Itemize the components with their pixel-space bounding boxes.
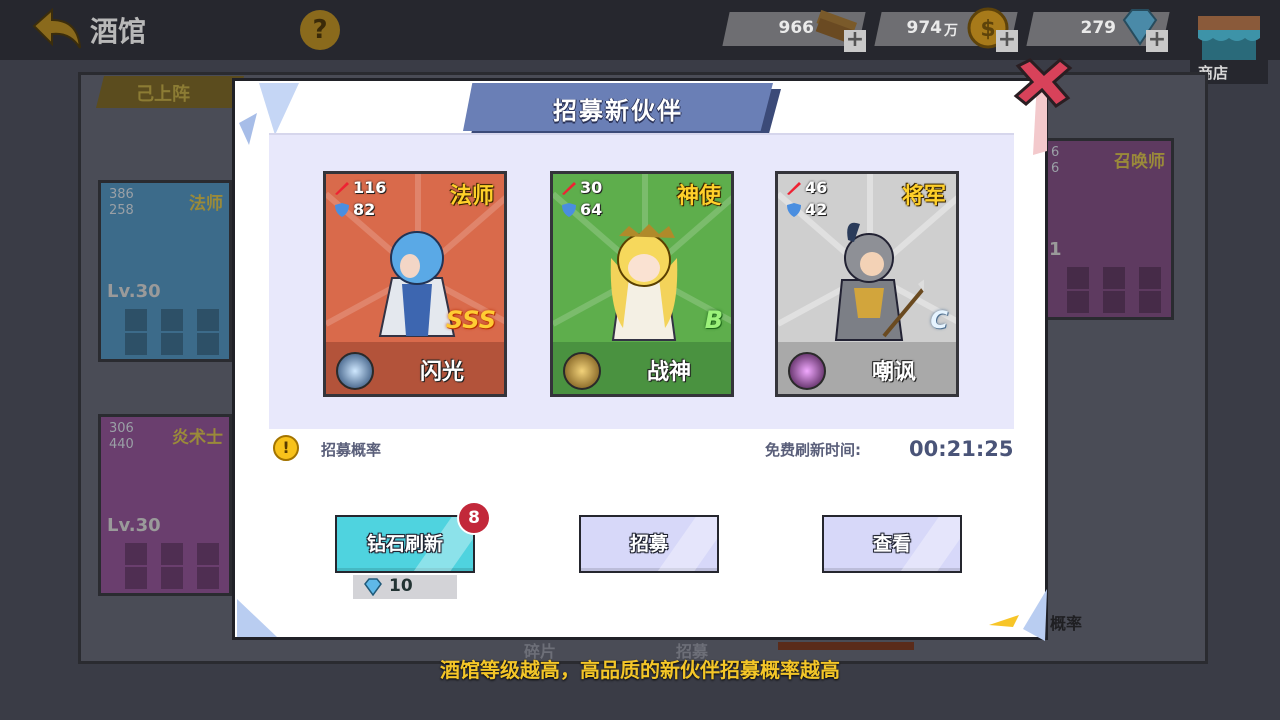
trident-skill-icon: [563, 352, 601, 390]
resource-gold-value: 974: [906, 18, 943, 38]
defense-stat: 42: [786, 200, 827, 219]
help-icon[interactable]: ?: [300, 10, 340, 50]
hero-class: 神使: [676, 184, 721, 209]
recruit-dialog: 招募新伙伴 116 82 法师 SSS 闪光 30 64 神使 B 战神 46 …: [232, 78, 1048, 641]
corner-shard-decoration: [237, 599, 277, 637]
recruit-button[interactable]: 招募: [579, 515, 719, 573]
diamond-icon: [364, 578, 382, 596]
priestess-character-portrait: [610, 224, 678, 341]
dialog-title: 招募新伙伴: [553, 97, 683, 125]
bg-hero-card-1: 386 258 法师 Lv.30: [98, 180, 232, 362]
back-arrow-icon[interactable]: [30, 8, 84, 52]
diamond-refresh-label: 钻石刷新: [366, 533, 443, 555]
diamond-refresh-button[interactable]: 钻石刷新: [335, 515, 475, 573]
corner-shard-decoration: [989, 589, 1047, 641]
taunt-skill-icon: [788, 352, 826, 390]
attack-stat: 116: [334, 178, 386, 197]
tip-caption: 酒馆等级越高，高品质的新伙伴招募概率越高: [440, 658, 840, 682]
free-refresh-label: 免费刷新时间:: [765, 441, 861, 459]
recruit-rate-link[interactable]: 招募概率: [321, 439, 381, 460]
attack-stat: 46: [786, 178, 827, 197]
view-button[interactable]: 查看: [822, 515, 962, 573]
view-label: 查看: [872, 533, 911, 555]
resource-wood-value: 966: [778, 18, 815, 38]
skill-name: 嘲讽: [871, 360, 916, 385]
hero-card-envoy[interactable]: 30 64 神使 B 战神: [550, 171, 734, 397]
bg-rate-text: 概率: [1050, 614, 1083, 633]
defense-stat: 82: [334, 200, 375, 219]
attack-stat: 30: [561, 178, 602, 197]
bg-hero-card-3: 6 6 召唤师 1: [1040, 138, 1174, 320]
tab-deployed-label: 己上阵: [136, 84, 190, 105]
bg-progress-bar: [778, 642, 914, 650]
resource-diamond-value: 279: [1080, 18, 1117, 38]
resource-gold-unit: 万: [944, 23, 958, 39]
recruit-label: 招募: [629, 533, 668, 555]
skill-name: 战神: [646, 360, 691, 385]
hero-class: 法师: [449, 184, 494, 209]
add-diamond-button[interactable]: +: [1146, 29, 1168, 52]
shield-icon: [787, 203, 801, 217]
sword-icon: [562, 182, 576, 195]
defense-stat: 64: [561, 200, 602, 219]
hero-class: 将军: [901, 184, 946, 209]
add-gold-button[interactable]: +: [996, 29, 1018, 52]
skill-name: 闪光: [419, 360, 464, 385]
lightning-skill-icon: [336, 352, 374, 390]
shield-icon: [562, 203, 576, 217]
sword-icon: [335, 182, 349, 195]
refresh-count-badge: 8: [457, 501, 491, 535]
free-refresh-timer: 00:21:25: [909, 437, 1014, 461]
page-title: 酒馆: [90, 15, 147, 48]
grade-badge: B: [704, 306, 723, 334]
shop-stall-icon: [1198, 16, 1260, 60]
general-character-portrait: [834, 222, 924, 341]
bg-hero-card-2: 306 440 炎术士 Lv.30: [98, 414, 232, 596]
hero-card-general[interactable]: 46 42 将军 C 嘲讽: [775, 171, 959, 397]
grade-badge: SSS: [445, 306, 496, 334]
sword-icon: [787, 182, 801, 195]
hero-card-mage[interactable]: 116 82 法师 SSS 闪光: [323, 171, 507, 397]
grade-badge: C: [930, 306, 948, 334]
info-icon[interactable]: !: [273, 435, 299, 461]
close-icon[interactable]: [1012, 58, 1074, 108]
shield-icon: [335, 203, 349, 217]
refresh-cost-value: 10: [389, 576, 413, 596]
svg-text:$: $: [980, 17, 995, 42]
